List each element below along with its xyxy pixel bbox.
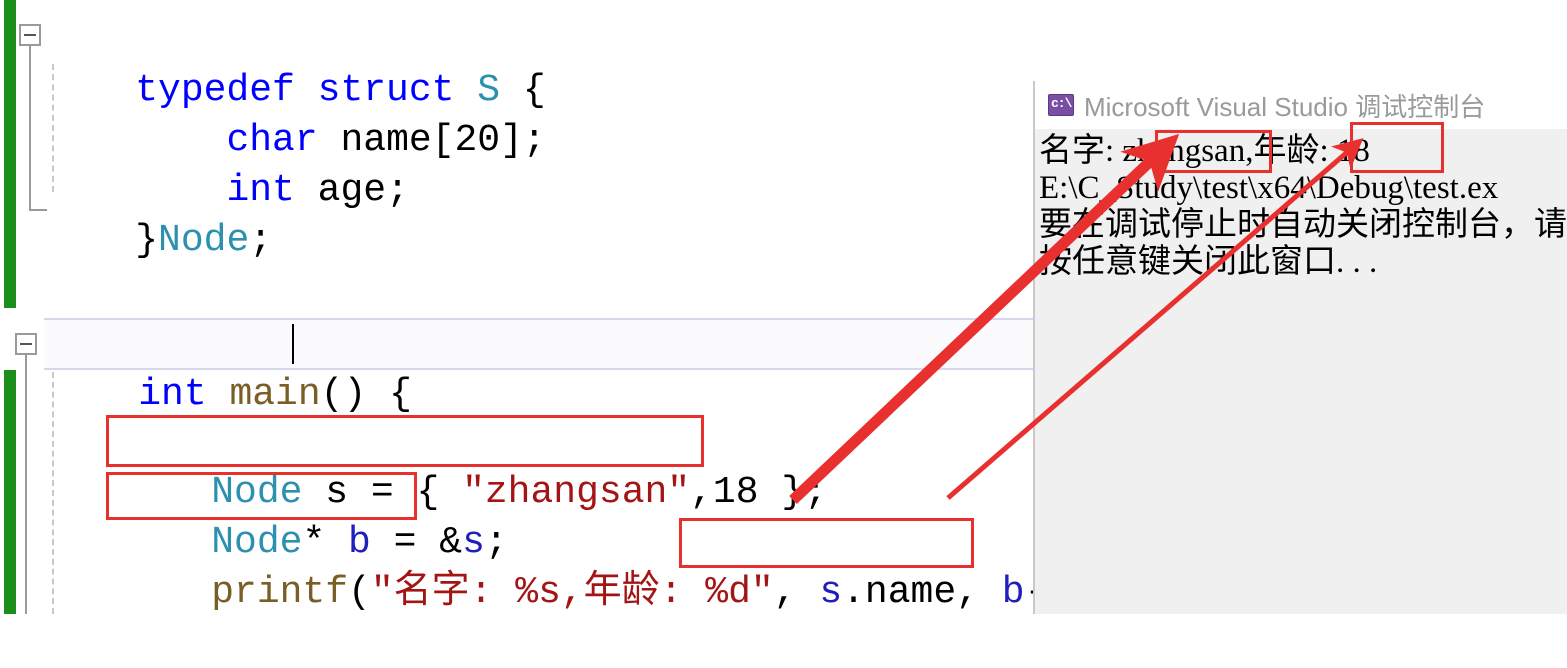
console-output-line-1: 名字: zhangsan,年龄: 18 <box>1039 133 1567 170</box>
console-output-line-4: 按任意键关闭此窗口. . . <box>1039 244 1378 280</box>
console-title-bar: Microsoft Visual Studio 调试控制台 <box>1035 81 1567 129</box>
arg-b: b <box>1001 571 1025 614</box>
change-bar-bottom <box>4 370 16 614</box>
console-age-label: 年龄: <box>1253 133 1337 169</box>
code-line-close-node[interactable]: }Node; <box>44 166 272 316</box>
fn-main: main <box>229 373 321 416</box>
main-parens-brace: () { <box>320 373 412 416</box>
printf-paren-open: ( <box>348 571 371 614</box>
typedef-alias-Node: Node <box>158 219 250 262</box>
outline-guide-struct <box>29 46 31 211</box>
console-age-value: 18 <box>1336 133 1370 169</box>
init-age-close: ,18 }; <box>690 471 827 514</box>
arg-s-name: .name, <box>842 571 1002 614</box>
debug-console-window[interactable]: Microsoft Visual Studio 调试控制台 名字: zhangs… <box>1033 81 1567 614</box>
code-line-printf[interactable]: printf("名字: %s,年龄: %d", s.name, b->age); <box>120 518 1184 668</box>
change-bar-top <box>4 0 16 308</box>
decl-age: age; <box>294 169 409 212</box>
console-output-line-2: E:\C_Study\test\x64\Debug\test.ex <box>1039 170 1499 206</box>
collapse-toggle-main[interactable] <box>15 333 37 355</box>
brace-close-struct: } <box>135 219 159 262</box>
printf-comma: , <box>773 571 820 614</box>
semicolon-typedef: ; <box>249 219 273 262</box>
console-output-line-3: 要在调试停止时自动关闭控制台，请启 <box>1039 207 1567 243</box>
command-prompt-icon <box>1048 94 1074 116</box>
console-window-title: Microsoft Visual Studio 调试控制台 <box>1084 91 1486 122</box>
outline-guide-main <box>25 355 27 614</box>
console-output-area[interactable]: 名字: zhangsan,年龄: 18 E:\C_Study\test\x64\… <box>1035 129 1567 281</box>
console-name-label: 名字: <box>1039 133 1123 169</box>
space-main <box>207 373 230 416</box>
fn-printf: printf <box>211 571 349 614</box>
console-name-value: zhangsan, <box>1122 133 1254 169</box>
arg-s: s <box>819 571 843 614</box>
printf-format-string: "名字: %s,年龄: %d" <box>370 571 774 614</box>
kw-int-main: int <box>138 373 207 416</box>
collapse-toggle-struct[interactable] <box>19 24 41 46</box>
